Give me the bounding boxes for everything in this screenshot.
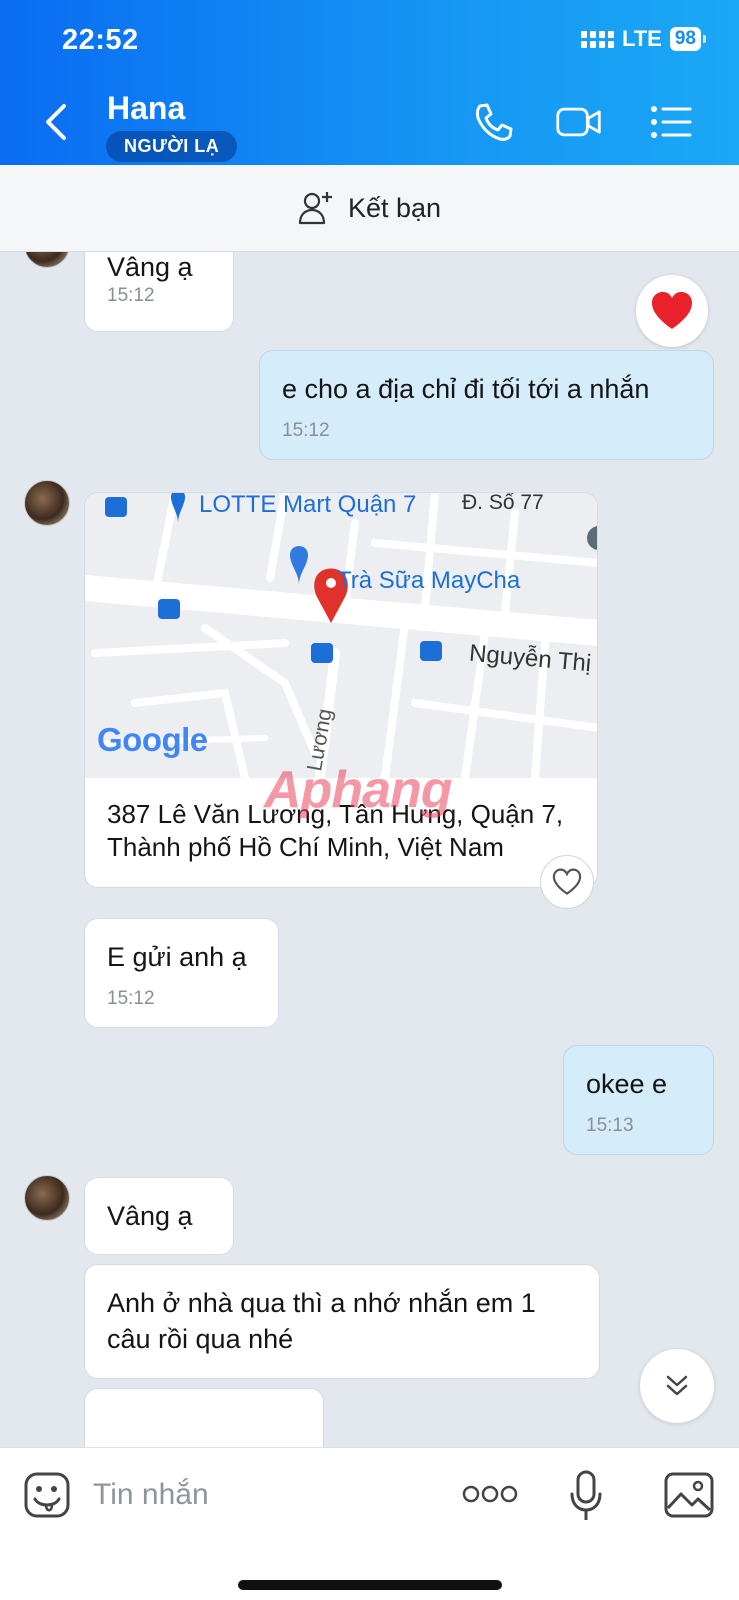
contact-avatar[interactable] xyxy=(24,480,70,526)
back-arrow-icon[interactable] xyxy=(40,100,74,144)
stranger-badge: NGƯỜI LẠ xyxy=(106,131,238,162)
message-text: E gửi anh ạ xyxy=(107,942,247,972)
message-input-bar: Tin nhắn xyxy=(0,1447,739,1600)
message-bubble[interactable]: Vâng ạ 15:12 xyxy=(84,252,234,332)
add-user-icon xyxy=(298,192,332,225)
map-label-lotte: LOTTE Mart Quận 7 xyxy=(199,492,417,518)
map-label-road1: Đ. Số 77 xyxy=(462,492,544,514)
chat-header: 22:52 LTE 98 Hana NGƯỜI LẠ xyxy=(0,0,739,165)
network-type: LTE xyxy=(621,26,662,51)
message-text: e cho a địa chỉ đi tối tới a nhắn xyxy=(282,374,650,404)
status-time: 22:52 xyxy=(62,24,139,56)
video-call-icon[interactable] xyxy=(555,100,603,144)
double-chevron-down-icon xyxy=(666,1375,688,1396)
contact-avatar[interactable] xyxy=(24,252,70,268)
scroll-to-bottom-button[interactable] xyxy=(640,1349,714,1423)
message-bubble[interactable]: Anh ở nhà qua thì a nhớ nhắn em 1 câu rồ… xyxy=(84,1264,600,1379)
map-label-shop: Trà Sữa MayCha xyxy=(337,567,521,594)
message-time: 15:12 xyxy=(107,285,155,306)
message-text: okee e xyxy=(586,1069,668,1099)
location-card[interactable]: LOTTE Mart Quận 7 Đ. Số 77 Trà Sữa MayCh… xyxy=(84,492,598,888)
add-friend-label: Kết bạn xyxy=(347,192,442,223)
message-time: 15:12 xyxy=(107,988,155,1009)
image-gallery-icon[interactable] xyxy=(664,1472,714,1518)
message-text: Vâng ạ xyxy=(107,1201,193,1231)
message-bubble[interactable]: e cho a địa chỉ đi tối tới a nhắn 15:12 xyxy=(259,350,714,460)
watermark: Aphang xyxy=(264,761,453,819)
message-time: 15:12 xyxy=(282,420,330,441)
add-friend-bar[interactable]: Kết bạn xyxy=(0,165,739,252)
heart-reaction-icon[interactable] xyxy=(636,275,708,347)
battery-level: 98 xyxy=(669,27,707,51)
chat-messages[interactable]: Vâng ạ 15:12 e cho a địa chỉ đi tối tới … xyxy=(0,252,739,1447)
google-logo: Google xyxy=(97,721,208,758)
microphone-icon[interactable] xyxy=(569,1470,603,1522)
signal-icon xyxy=(580,30,614,48)
contact-name[interactable]: Hana xyxy=(107,90,185,127)
like-heart-icon[interactable] xyxy=(540,855,594,909)
message-text: Vâng ạ xyxy=(107,252,193,282)
status-indicators: LTE 98 xyxy=(580,26,707,52)
more-options-icon[interactable] xyxy=(462,1484,518,1504)
sticker-icon[interactable] xyxy=(24,1472,70,1520)
message-time: 15:13 xyxy=(586,1115,634,1136)
contact-avatar[interactable] xyxy=(24,1175,70,1221)
phone-call-icon[interactable] xyxy=(470,100,518,144)
message-bubble[interactable]: E gửi anh ạ 15:12 xyxy=(84,918,279,1028)
message-bubble[interactable]: Vâng ạ xyxy=(84,1177,234,1255)
message-input[interactable]: Tin nhắn xyxy=(93,1478,209,1512)
map-preview[interactable]: LOTTE Mart Quận 7 Đ. Số 77 Trà Sữa MayCh… xyxy=(85,492,597,778)
message-bubble-partial[interactable] xyxy=(84,1388,324,1447)
message-bubble[interactable]: okee e 15:13 xyxy=(563,1045,714,1155)
message-text: Anh ở nhà qua thì a nhớ nhắn em 1 câu rồ… xyxy=(107,1288,536,1354)
home-indicator xyxy=(238,1580,502,1590)
menu-list-icon[interactable] xyxy=(648,100,696,144)
